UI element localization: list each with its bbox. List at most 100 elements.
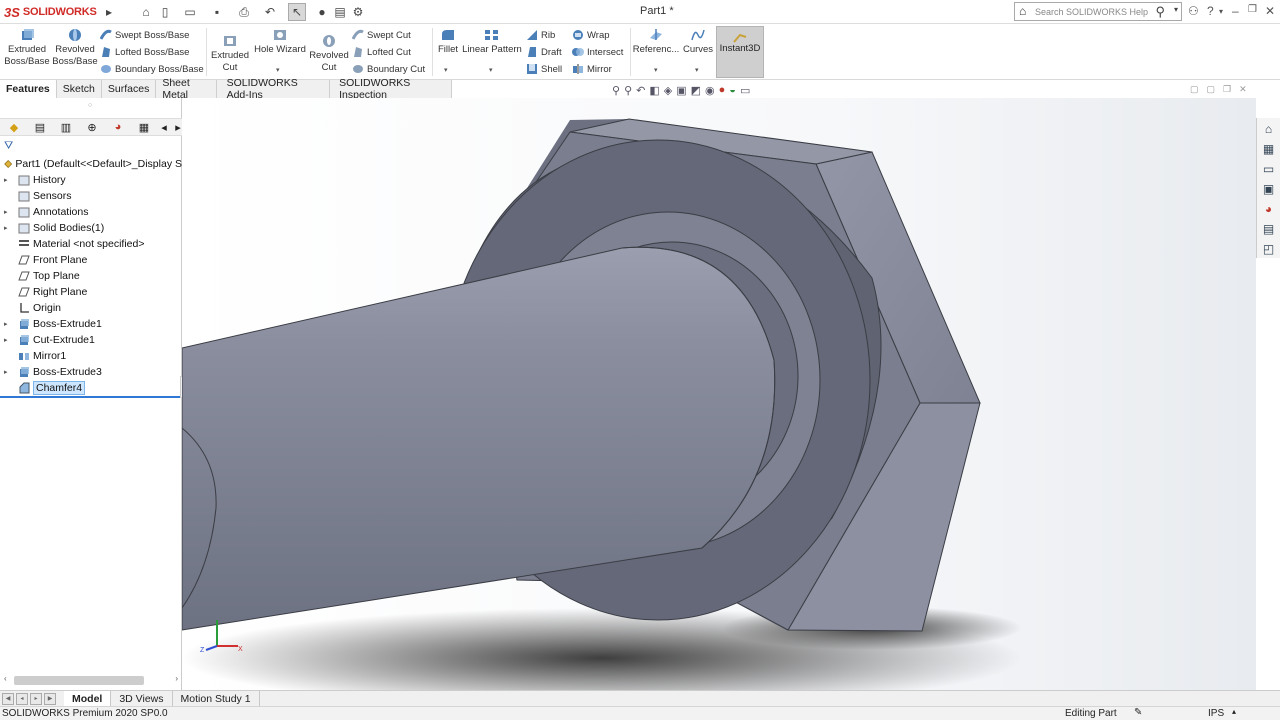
boundary-cut-button[interactable]: Boundary Cut: [352, 61, 425, 77]
next-tab-icon[interactable]: ▸: [30, 692, 42, 705]
reference-geometry-button[interactable]: Referenc...: [633, 28, 679, 56]
configuration-manager-tab-icon[interactable]: ▥: [56, 120, 76, 134]
rib-button[interactable]: Rib: [526, 27, 555, 43]
solidworks-logo[interactable]: 3S SOLIDWORKS: [4, 2, 102, 22]
panel-grip-icon[interactable]: ○: [88, 102, 92, 109]
traffic-light-icon[interactable]: ●: [316, 3, 328, 21]
design-library-icon[interactable]: ▦: [1261, 141, 1277, 157]
edit-appearance-icon[interactable]: ●: [719, 84, 726, 96]
apply-scene-icon[interactable]: ◒: [729, 84, 736, 96]
display-manager-tab-icon[interactable]: ◕: [108, 120, 128, 134]
tab-addins[interactable]: SOLIDWORKS Add-Ins: [216, 77, 331, 101]
help-dropdown-icon[interactable]: ▾: [1219, 7, 1223, 16]
custom-properties-icon[interactable]: ▤: [1261, 221, 1277, 237]
tree-item-history[interactable]: ▸ History: [0, 172, 182, 188]
tabs-scroll-left-icon[interactable]: ◂: [160, 120, 168, 134]
previous-view-icon[interactable]: ↶: [636, 84, 645, 97]
tab-sketch[interactable]: Sketch: [56, 80, 102, 98]
first-tab-icon[interactable]: ◀: [2, 692, 14, 705]
expand-arrow-icon[interactable]: ▸: [4, 176, 12, 184]
tab-inspection[interactable]: SOLIDWORKS Inspection: [330, 77, 452, 101]
tree-item-boss-extrude3[interactable]: ▸ Boss-Extrude3: [0, 364, 182, 380]
unit-system[interactable]: IPS: [1208, 708, 1224, 719]
hole-wizard-dropdown-icon[interactable]: ▾: [276, 66, 280, 74]
menu-expand-icon[interactable]: ▸: [104, 3, 114, 21]
swept-cut-button[interactable]: Swept Cut: [352, 27, 411, 43]
units-dropdown-icon[interactable]: ▴: [1232, 707, 1236, 716]
doc-close-icon[interactable]: ✕: [1239, 84, 1247, 95]
cam-tab-icon[interactable]: ▦: [134, 120, 154, 134]
section-view-icon[interactable]: ◧: [649, 84, 659, 97]
tree-item-origin[interactable]: Origin: [0, 300, 182, 316]
doc-tile-icon[interactable]: ▢: [1207, 84, 1216, 95]
dynamic-annotation-icon[interactable]: ◈: [664, 84, 672, 97]
help-icon[interactable]: ?: [1207, 4, 1214, 18]
dimxpert-tab-icon[interactable]: ⊕: [82, 120, 102, 134]
file-properties-icon[interactable]: ▤: [333, 3, 347, 21]
tree-root-part[interactable]: Part1 (Default<<Default>_Display S: [0, 156, 182, 172]
revolved-cut-button[interactable]: Revolved Cut: [308, 34, 350, 74]
scrollbar-thumb[interactable]: [14, 676, 144, 685]
feature-tree-tab-icon[interactable]: ◆: [4, 120, 24, 134]
tab-sheet-metal[interactable]: Sheet Metal: [156, 77, 217, 101]
zoom-to-area-icon[interactable]: ⚲: [624, 84, 632, 97]
zoom-to-fit-icon[interactable]: ⚲: [612, 84, 620, 97]
fillet-dropdown-icon[interactable]: ▾: [444, 66, 448, 74]
open-folder-icon[interactable]: ▭: [182, 3, 198, 21]
expand-arrow-icon[interactable]: ▸: [4, 368, 12, 376]
swept-boss-button[interactable]: Swept Boss/Base: [100, 27, 189, 43]
select-cursor-icon[interactable]: ↖: [288, 3, 306, 21]
tree-item-mirror1[interactable]: Mirror1: [0, 348, 182, 364]
options-gear-icon[interactable]: ⚙: [351, 3, 365, 21]
help-search-input[interactable]: ⌂ Search SOLIDWORKS Help ⚲ ▾: [1014, 2, 1182, 21]
property-manager-tab-icon[interactable]: ▤: [30, 120, 50, 134]
expand-arrow-icon[interactable]: ▸: [4, 336, 12, 344]
tab-3d-views[interactable]: 3D Views: [111, 691, 173, 706]
rebuild-icon[interactable]: ✎: [1134, 707, 1142, 718]
instant3d-button[interactable]: Instant3D: [716, 26, 764, 78]
linear-pattern-dropdown-icon[interactable]: ▾: [489, 66, 493, 74]
boundary-boss-button[interactable]: Boundary Boss/Base: [100, 61, 204, 77]
tree-item-chamfer4[interactable]: Chamfer4: [0, 380, 182, 396]
tab-motion-study[interactable]: Motion Study 1: [173, 691, 260, 706]
search-icon[interactable]: ⚲: [1155, 4, 1165, 20]
doc-maximize-icon[interactable]: ❐: [1223, 84, 1231, 95]
home-icon[interactable]: ⌂: [138, 3, 154, 21]
tab-surfaces[interactable]: Surfaces: [101, 80, 157, 98]
view-settings-icon[interactable]: ▭: [740, 84, 750, 97]
intersect-button[interactable]: Intersect: [572, 44, 623, 60]
reference-dropdown-icon[interactable]: ▾: [654, 66, 658, 74]
appearances-icon[interactable]: ◕: [1261, 201, 1277, 217]
file-explorer-icon[interactable]: ▭: [1261, 161, 1277, 177]
curves-dropdown-icon[interactable]: ▾: [695, 66, 699, 74]
mirror-button[interactable]: Mirror: [572, 61, 612, 77]
minimize-icon[interactable]: –: [1232, 4, 1239, 18]
solidworks-resources-icon[interactable]: ⌂: [1261, 121, 1277, 137]
print-icon[interactable]: ⎙: [236, 3, 252, 21]
tab-model[interactable]: Model: [64, 691, 112, 706]
lofted-boss-button[interactable]: Lofted Boss/Base: [100, 44, 189, 60]
tree-item-boss-extrude1[interactable]: ▸ Boss-Extrude1: [0, 316, 182, 332]
prev-tab-icon[interactable]: ◂: [16, 692, 28, 705]
wrap-button[interactable]: Wrap: [572, 27, 610, 43]
filter-icon[interactable]: ⛛: [4, 140, 13, 153]
curves-button[interactable]: Curves: [682, 28, 714, 56]
restore-icon[interactable]: ❐: [1248, 4, 1257, 15]
bolt-model[interactable]: Z X: [182, 98, 1256, 690]
lofted-cut-button[interactable]: Lofted Cut: [352, 44, 411, 60]
tree-item-sensors[interactable]: Sensors: [0, 188, 182, 204]
scroll-right-icon[interactable]: ›: [175, 674, 178, 683]
linear-pattern-button[interactable]: Linear Pattern: [462, 28, 522, 56]
new-document-icon[interactable]: ▯: [157, 3, 173, 21]
revolved-boss-button[interactable]: Revolved Boss/Base: [52, 28, 98, 68]
doc-restore-icon[interactable]: ▢: [1190, 84, 1199, 95]
scroll-left-icon[interactable]: ‹: [4, 674, 7, 683]
view-orientation-icon[interactable]: ▣: [676, 84, 686, 97]
view-palette-icon[interactable]: ▣: [1261, 181, 1277, 197]
user-icon[interactable]: ⚇: [1188, 4, 1199, 18]
close-icon[interactable]: ✕: [1265, 4, 1275, 18]
hide-show-items-icon[interactable]: ◉: [705, 84, 715, 97]
tree-item-solid-bodies-1[interactable]: ▸ Solid Bodies(1): [0, 220, 182, 236]
tree-item-annotations[interactable]: ▸ Annotations: [0, 204, 182, 220]
tree-item-cut-extrude1[interactable]: ▸ Cut-Extrude1: [0, 332, 182, 348]
